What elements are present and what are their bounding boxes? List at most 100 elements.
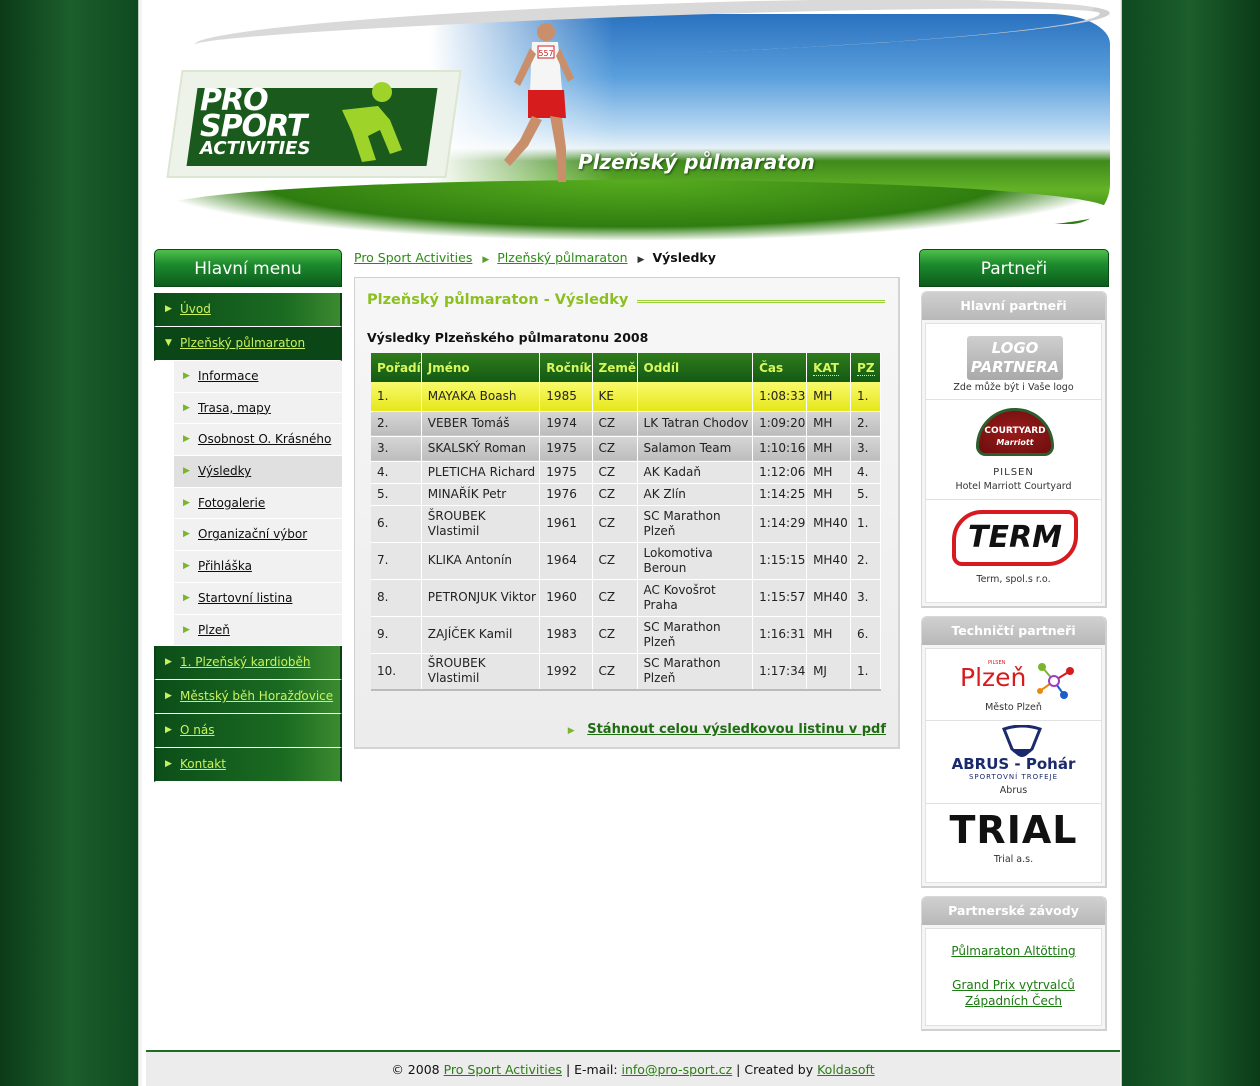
partners-heading: Partneři <box>919 249 1109 287</box>
column-header-abbr[interactable]: PZ <box>857 360 875 376</box>
results-panel: Plzeňský půlmaraton - Výsledky Výsledky … <box>354 277 900 749</box>
table-cell: MH <box>806 436 852 462</box>
menu-item-uvod[interactable]: ▶ Úvod <box>154 293 342 327</box>
results-body: 1. MAYAKA Boash 1985 KE 1:08:33 MH 1. 2. VEBER T… <box>371 382 881 691</box>
footer-company-link[interactable]: Pro Sport Activities <box>444 1062 562 1077</box>
menu-link[interactable]: 1. Plzeňský kardioběh <box>180 655 311 669</box>
submenu-link[interactable]: Trasa, mapy <box>198 401 271 415</box>
submenu-item-osobnost[interactable]: ▶ Osobnost O. Krásného <box>174 424 342 457</box>
breadcrumb: Pro Sport Activities ▶ Plzeňský půlmarat… <box>354 249 900 271</box>
table-cell: CZ <box>592 579 638 617</box>
courtyard-logo-sub: Marriott <box>996 438 1034 447</box>
bib-number: 557 <box>538 49 553 58</box>
abrus-logo-sub: SPORTOVNÍ TROFEJE <box>968 773 1059 781</box>
column-header: Země <box>592 353 638 382</box>
results-subtitle: Výsledky Plzeňského půlmaratonu 2008 <box>367 330 649 345</box>
footer-email-link[interactable]: info@pro-sport.cz <box>622 1062 733 1077</box>
submenu-link[interactable]: Informace <box>198 369 258 383</box>
footer-creator-link[interactable]: Koldasoft <box>817 1062 875 1077</box>
submenu-item-fotogalerie[interactable]: ▶ Fotogalerie <box>174 487 342 520</box>
table-cell: 1964 <box>539 542 593 580</box>
submenu-link[interactable]: Plzeň <box>198 623 230 637</box>
table-row: 10. ŠROUBEK Vlastimil 1992 CZ SC Marathon Pl… <box>371 653 881 691</box>
menu-link[interactable]: Kontakt <box>180 757 226 771</box>
table-cell: CZ <box>592 411 638 437</box>
column-header-kat[interactable]: KAT <box>806 353 852 382</box>
submenu-link[interactable]: Fotogalerie <box>198 496 265 510</box>
placeholder-logo-line2: PARTNERA <box>970 358 1060 376</box>
table-cell: AK Kadaň <box>637 461 754 484</box>
table-cell: SC Marathon Plzeň <box>637 653 754 691</box>
table-cell: SC Marathon Plzeň <box>637 616 754 654</box>
menu-item-pulmaraton[interactable]: ▼ Plzeňský půlmaraton <box>154 327 342 361</box>
arrow-right-icon: ▶ <box>183 497 190 508</box>
table-cell: AK Zlín <box>637 483 754 506</box>
menu-link-uvod[interactable]: Úvod <box>180 302 211 316</box>
partner-race-link-grand-prix[interactable]: Grand Prix vytrvalců Západních Čech <box>926 977 1101 1009</box>
table-cell: 1960 <box>539 579 593 617</box>
partner-courtyard[interactable]: COURTYARD Marriott PILSEN Hotel Marriott… <box>925 399 1102 499</box>
arrow-right-icon: ▶ <box>183 529 190 540</box>
partner-plzen[interactable]: Plzeň PILSEN Město Plzeň <box>925 648 1102 720</box>
arrow-right-icon: ▶ <box>165 691 172 702</box>
table-cell: MH40 <box>806 505 852 543</box>
table-cell: PETRONJUK Viktor <box>421 579 541 617</box>
submenu-link[interactable]: Přihláška <box>198 559 252 573</box>
table-cell: 3. <box>850 579 881 617</box>
pdf-download-link[interactable]: Stáhnout celou výsledkovou listinu v pdf <box>587 722 886 737</box>
courtyard-logo: COURTYARD Marriott <box>976 408 1054 456</box>
menu-item-o-nas[interactable]: ▶ O nás <box>154 714 342 749</box>
column-header-abbr[interactable]: KAT <box>813 360 839 376</box>
table-cell: 1:15:15 <box>752 542 808 580</box>
partner-race-link-altotting[interactable]: Půlmaraton Altötting <box>926 943 1101 959</box>
breadcrumb-current: Výsledky <box>652 250 716 265</box>
partner-placeholder[interactable]: LOGO PARTNERA Zde může být i Vaše logo <box>925 323 1102 399</box>
table-cell: MINAŘÍK Petr <box>421 483 541 506</box>
table-cell: 5. <box>850 483 881 506</box>
menu-item-horazdovice[interactable]: ▶ Městský běh Horažďovice <box>154 680 342 715</box>
menu-link[interactable]: Městský běh Horažďovice <box>180 689 333 703</box>
submenu-item-prihlaska[interactable]: ▶ Přihláška <box>174 551 342 583</box>
table-cell: MH <box>806 461 852 484</box>
partner-races-list: Půlmaraton Altötting Grand Prix vytrvalc… <box>925 928 1102 1026</box>
arrow-right-icon: ▶ <box>482 255 490 265</box>
arrow-right-icon: ▶ <box>165 657 172 668</box>
table-cell: CZ <box>592 483 638 506</box>
submenu-item-trasa[interactable]: ▶ Trasa, mapy <box>174 392 342 425</box>
menu-link-pulmaraton[interactable]: Plzeňský půlmaraton <box>180 336 305 350</box>
table-cell: KE <box>592 382 638 412</box>
submenu-link[interactable]: Startovní listina <box>198 591 292 605</box>
submenu-link[interactable]: Osobnost O. Krásného <box>198 432 331 446</box>
column-header: Oddíl <box>637 353 754 382</box>
column-header: Ročník <box>539 353 593 382</box>
breadcrumb-link-pulmaraton[interactable]: Plzeňský půlmaraton <box>497 250 627 265</box>
table-row: 7. KLIKA Antonín 1964 CZ Lokomotiva Beroun 1:… <box>371 542 881 580</box>
table-cell: 2. <box>850 542 881 580</box>
partner-abrus[interactable]: ABRUS - Pohár SPORTOVNÍ TROFEJE Abrus <box>925 720 1102 803</box>
column-header-pz[interactable]: PZ <box>850 353 881 382</box>
partner-trial[interactable]: TRIAL Trial a.s. <box>925 803 1102 883</box>
runner-photo: 557 <box>504 23 574 182</box>
menu-item-kardiobeh[interactable]: ▶ 1. Plzeňský kardioběh <box>154 646 342 681</box>
submenu-item-plzen[interactable]: ▶ Plzeň <box>174 614 342 647</box>
submenu-item-vybor[interactable]: ▶ Organizační výbor <box>174 519 342 552</box>
submenu-link[interactable]: Výsledky <box>198 464 251 478</box>
table-row: 1. MAYAKA Boash 1985 KE 1:08:33 MH 1. <box>371 382 881 412</box>
breadcrumb-link-home[interactable]: Pro Sport Activities <box>354 250 472 265</box>
partner-caption: Term, spol.s r.o. <box>976 574 1051 585</box>
partner-caption: Abrus <box>999 785 1028 796</box>
table-cell: 1992 <box>539 653 593 691</box>
submenu-link[interactable]: Organizační výbor <box>198 527 307 541</box>
page-title: Plzeňský půlmaraton - Výsledky <box>367 292 629 308</box>
submenu-item-startovni[interactable]: ▶ Startovní listina <box>174 582 342 615</box>
arrow-right-icon: ▶ <box>183 592 190 603</box>
menu-item-kontakt[interactable]: ▶ Kontakt <box>154 748 342 783</box>
submenu-item-informace[interactable]: ▶ Informace <box>174 361 342 393</box>
column-header: Jméno <box>421 353 541 382</box>
menu-link[interactable]: O nás <box>180 723 214 737</box>
table-cell: 1. <box>850 653 881 691</box>
table-row: 8. PETRONJUK Viktor 1960 CZ AC Kovošrot Prah… <box>371 579 881 617</box>
partner-term[interactable]: TERM Term, spol.s r.o. <box>925 499 1102 603</box>
table-cell: 1:08:33 <box>752 382 808 412</box>
submenu-item-vysledky[interactable]: ▶ Výsledky <box>174 456 342 488</box>
